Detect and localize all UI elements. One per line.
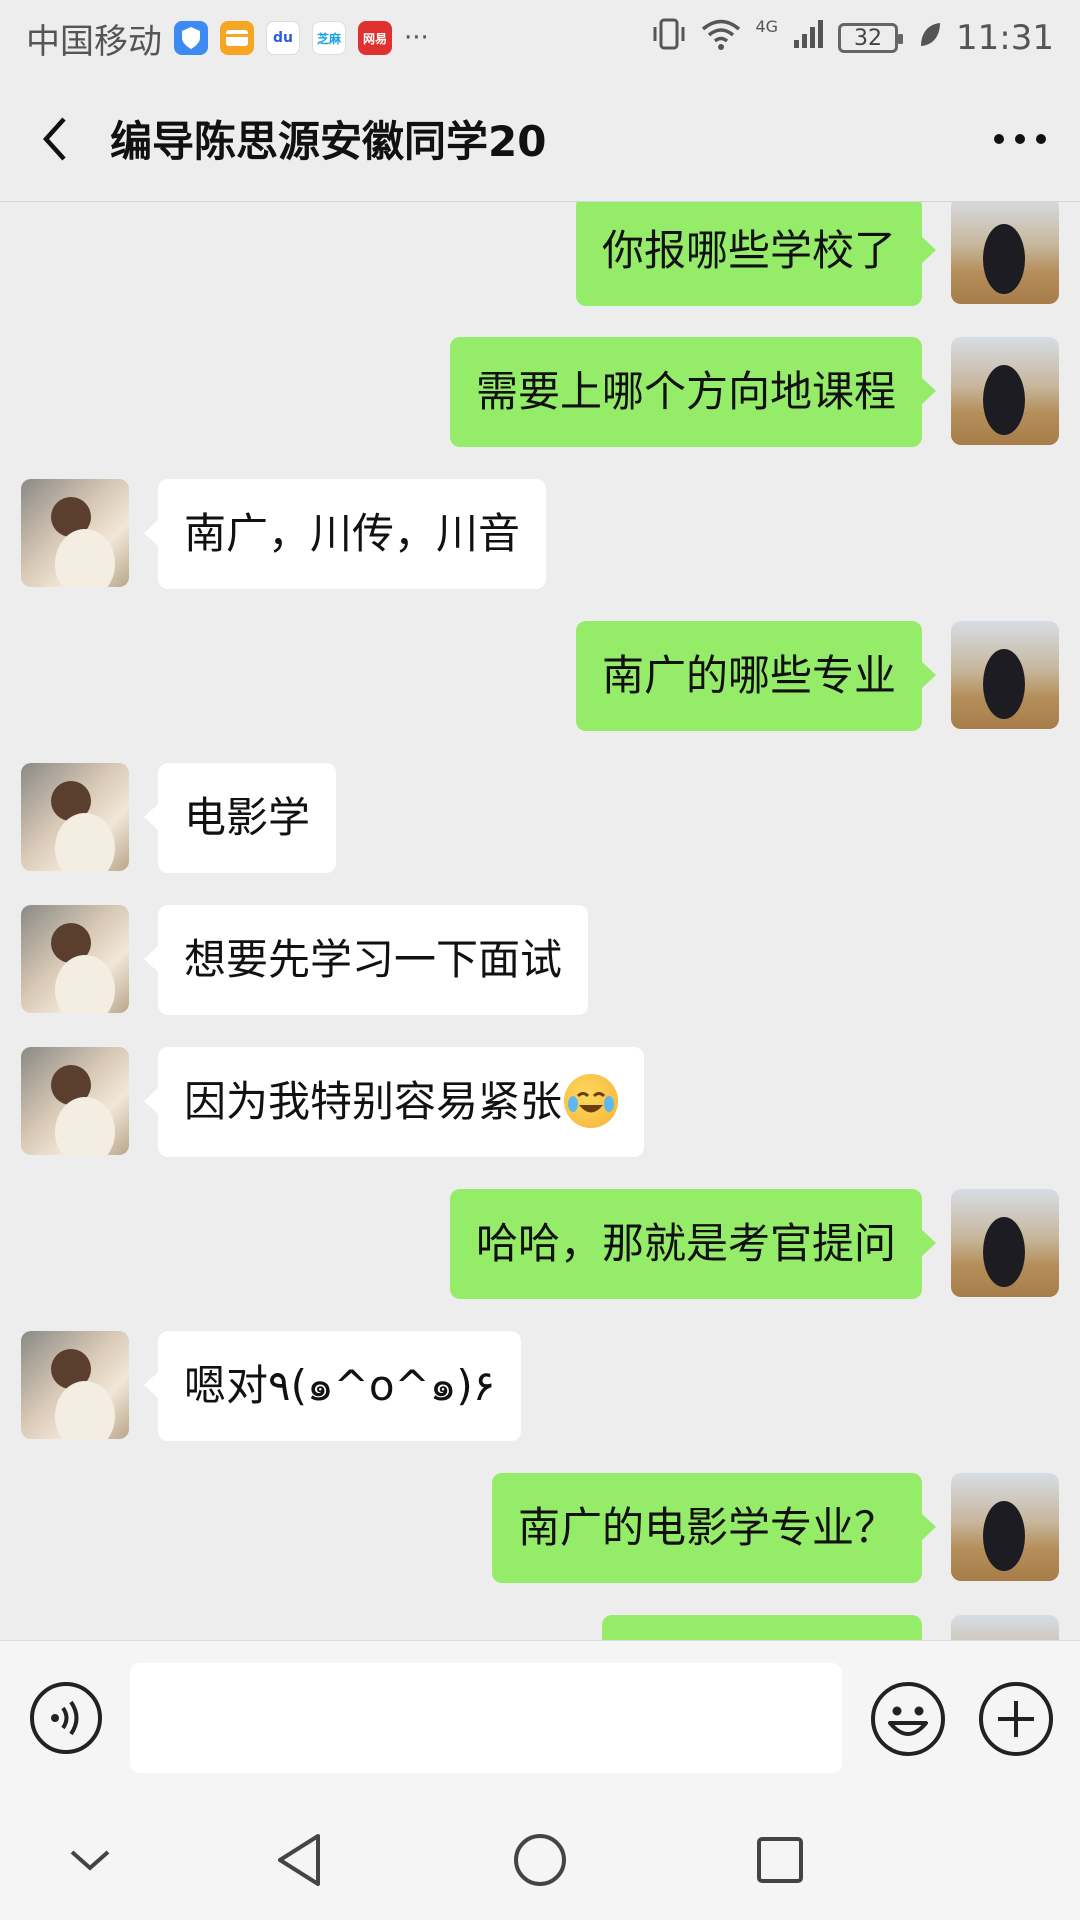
smiley-icon [871, 1682, 945, 1756]
chevron-left-icon [42, 116, 66, 161]
contact-avatar[interactable] [21, 1331, 129, 1439]
baidu-app-label: du [273, 30, 293, 46]
leaf-icon [918, 18, 942, 58]
zhima-app-label: 芝麻 [316, 31, 341, 46]
baidu-app-icon: du [266, 21, 300, 55]
wifi-icon [701, 18, 741, 59]
more-options-button[interactable] [960, 76, 1080, 202]
message-row: 南广的电影学专业？ [0, 1473, 1080, 1583]
my-avatar[interactable] [951, 621, 1059, 729]
clock: 11:31 [956, 18, 1054, 58]
my-avatar[interactable] [951, 1473, 1059, 1581]
netease-app-label: 网易 [362, 31, 387, 46]
hide-nav-button[interactable] [55, 1825, 125, 1895]
card-app-icon [220, 21, 254, 55]
message-bubble[interactable]: 南广的电影学专业？ [491, 1473, 937, 1583]
my-avatar[interactable] [951, 202, 1059, 304]
my-avatar[interactable] [951, 337, 1059, 445]
message-text: 因为我特别容易紧张 [184, 1077, 563, 1126]
contact-avatar[interactable] [21, 763, 129, 871]
battery-level: 32 [854, 25, 883, 51]
input-bar [0, 1640, 1080, 1795]
contact-avatar[interactable] [21, 905, 129, 1013]
battery-icon: 32 [838, 23, 904, 53]
status-bar: 中国移动 du 芝麻 网易 ··· 4G 32 11:31 [0, 0, 1080, 76]
message-row [0, 1615, 1080, 1640]
recents-nav-button[interactable] [745, 1825, 815, 1895]
more-actions-button[interactable] [978, 1681, 1054, 1757]
back-nav-button[interactable] [265, 1825, 335, 1895]
message-row: 想要先学习一下面试 [0, 905, 1080, 1015]
message-bubble[interactable] [602, 1615, 922, 1640]
more-dots-icon [994, 133, 1046, 144]
home-nav-button[interactable] [505, 1825, 575, 1895]
emoji-button[interactable] [870, 1681, 946, 1757]
message-input[interactable] [130, 1663, 842, 1773]
message-bubble[interactable]: 想要先学习一下面试 [143, 905, 589, 1015]
vibrate-icon [651, 17, 687, 60]
plus-icon [979, 1682, 1053, 1756]
message-row: 需要上哪个方向地课程 [0, 337, 1080, 447]
netease-app-icon: 网易 [358, 21, 392, 55]
message-bubble[interactable]: 电影学 [143, 763, 337, 873]
message-row: 嗯对٩(๑^o^๑)۶ [0, 1331, 1080, 1441]
back-button[interactable] [0, 76, 110, 202]
message-bubble[interactable]: 需要上哪个方向地课程 [449, 337, 937, 447]
message-bubble[interactable]: 南广，川传，川音 [143, 479, 547, 589]
message-bubble[interactable]: 因为我特别容易紧张 [143, 1047, 645, 1157]
message-row: 哈哈，那就是考官提问 [0, 1189, 1080, 1299]
contact-avatar[interactable] [21, 479, 129, 587]
message-row: 电影学 [0, 763, 1080, 873]
status-overflow: ··· [404, 23, 429, 53]
message-row: 你报哪些学校了 [0, 202, 1080, 306]
voice-input-button[interactable] [29, 1681, 103, 1755]
circle-home-icon [514, 1834, 566, 1886]
crying-laughing-emoji-icon [564, 1073, 619, 1128]
message-bubble[interactable]: 哈哈，那就是考官提问 [449, 1189, 937, 1299]
my-avatar[interactable] [951, 1615, 1059, 1640]
system-nav-bar [0, 1795, 1080, 1920]
chat-header: 编导陈思源安徽同学20 [0, 76, 1080, 202]
message-row: 因为我特别容易紧张 [0, 1047, 1080, 1157]
signal-icon [792, 18, 824, 59]
message-list[interactable]: 你报哪些学校了 需要上哪个方向地课程 南广，川传，川音 南广的哪些专业 电影学 … [0, 202, 1080, 1640]
square-recents-icon [757, 1837, 803, 1883]
message-bubble[interactable]: 嗯对٩(๑^o^๑)۶ [143, 1331, 522, 1441]
message-row: 南广，川传，川音 [0, 479, 1080, 589]
triangle-back-icon [278, 1834, 320, 1886]
network-label: 4G [755, 16, 779, 36]
my-avatar[interactable] [951, 1189, 1059, 1297]
shield-app-icon [174, 21, 208, 55]
chevron-down-icon [70, 1850, 110, 1871]
chat-title: 编导陈思源安徽同学20 [110, 117, 547, 166]
message-row: 南广的哪些专业 [0, 621, 1080, 731]
message-bubble[interactable]: 南广的哪些专业 [575, 621, 937, 731]
zhima-app-icon: 芝麻 [312, 21, 346, 55]
carrier-label: 中国移动 [26, 21, 162, 62]
contact-avatar[interactable] [21, 1047, 129, 1155]
voice-icon [30, 1682, 102, 1754]
message-bubble[interactable]: 你报哪些学校了 [575, 202, 937, 306]
